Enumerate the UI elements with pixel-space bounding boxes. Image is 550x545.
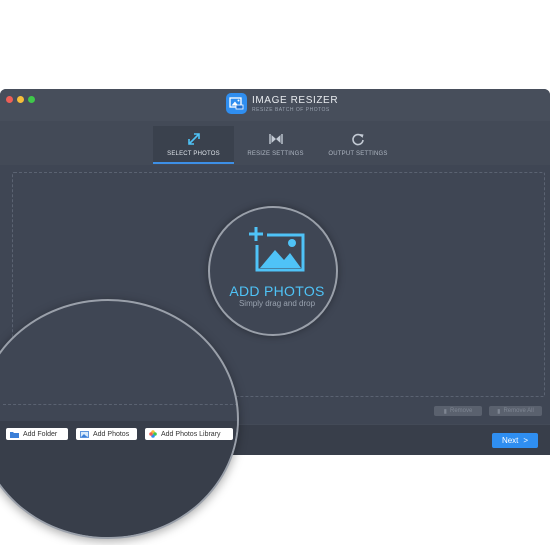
resize-handles-icon	[268, 134, 283, 144]
tab-resize-settings[interactable]: RESIZE SETTINGS	[237, 126, 314, 162]
tab-label: OUTPUT SETTINGS	[328, 151, 388, 157]
magnified-callout: Add Folder Add Photos Add Photos Library	[0, 299, 239, 539]
expand-arrows-icon	[187, 133, 200, 145]
photos-app-icon	[149, 430, 157, 438]
add-folder-label: Add Folder	[23, 430, 58, 438]
refresh-icon	[352, 133, 364, 146]
add-photos-title: ADD PHOTOS	[229, 283, 325, 299]
magnified-dropzone-outline	[3, 301, 237, 405]
app-logo-icon	[226, 93, 247, 114]
zoom-window-button[interactable]	[28, 96, 35, 103]
add-photos-library-label: Add Photos Library	[161, 430, 221, 438]
chevron-right-icon: >	[523, 436, 529, 445]
close-window-button[interactable]	[6, 96, 13, 103]
trash-icon: ▮	[443, 408, 447, 415]
remove-all-button[interactable]: ▮ Remove All	[489, 406, 542, 416]
app-subtitle: RESIZE BATCH OF PHOTOS	[252, 107, 330, 113]
tab-bar: SELECT PHOTOS RESIZE SETTINGS OUTPUT SET…	[0, 121, 550, 164]
add-photos-library-button[interactable]: Add Photos Library	[145, 428, 233, 440]
folder-icon	[10, 431, 19, 438]
add-photos-button[interactable]: Add Photos	[76, 428, 137, 440]
next-button[interactable]: Next >	[492, 433, 538, 448]
next-label: Next	[501, 436, 519, 445]
photo-icon	[80, 430, 89, 438]
minimize-window-button[interactable]	[17, 96, 24, 103]
app-title: IMAGE RESIZER	[252, 95, 339, 106]
remove-label: Remove	[449, 408, 473, 414]
trash-icon: ▮	[497, 408, 501, 415]
remove-button[interactable]: ▮ Remove	[434, 406, 482, 416]
tab-select-photos[interactable]: SELECT PHOTOS	[153, 126, 234, 164]
add-photo-icon	[249, 227, 305, 272]
remove-all-label: Remove All	[503, 408, 534, 414]
title-bar: IMAGE RESIZER RESIZE BATCH OF PHOTOS	[0, 89, 550, 121]
add-folder-button[interactable]: Add Folder	[6, 428, 68, 440]
add-photos-label: Add Photos	[93, 430, 130, 438]
tab-label: SELECT PHOTOS	[167, 151, 220, 157]
tab-output-settings[interactable]: OUTPUT SETTINGS	[318, 126, 398, 162]
tab-label: RESIZE SETTINGS	[247, 151, 304, 157]
